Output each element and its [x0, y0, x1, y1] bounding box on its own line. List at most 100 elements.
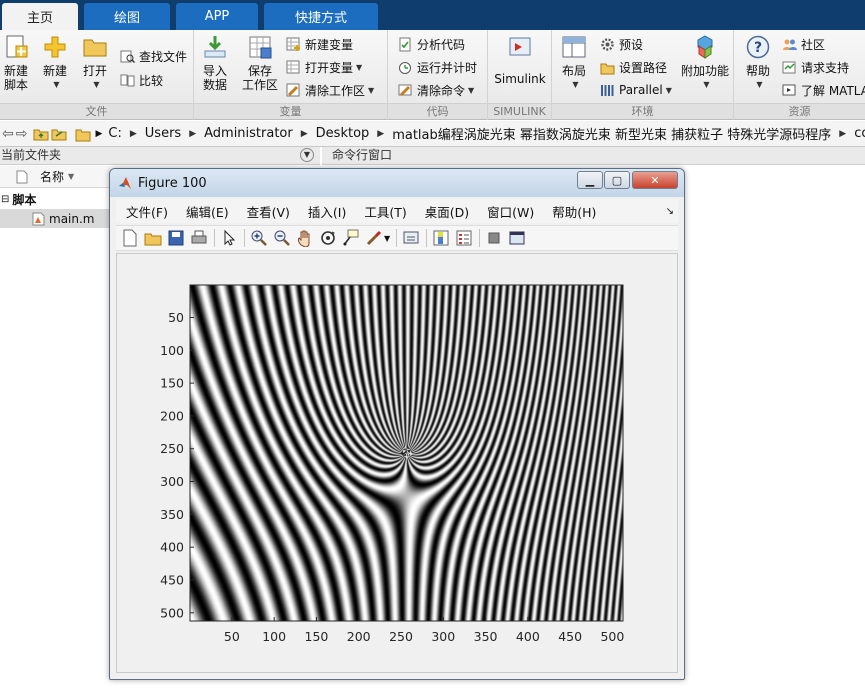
figure-canvas[interactable]: 50 100 150 200 250 300 350 400 450 500 50 100 150 200… — [116, 253, 678, 673]
open-variable-button[interactable]: 打开变量 ▼ — [286, 57, 362, 77]
save-workspace-button[interactable]: 保存 工作区 — [240, 34, 280, 92]
list-item[interactable]: main.m — [0, 209, 110, 228]
menubar-dock-icon[interactable]: ↘ — [666, 206, 674, 217]
pointer-icon[interactable] — [220, 229, 238, 247]
browse-folder-icon[interactable] — [51, 125, 67, 143]
name-column-header[interactable]: 名称 — [40, 168, 64, 185]
x-tick-label: 100 — [262, 629, 286, 644]
new-figure-icon[interactable] — [121, 229, 139, 247]
y-tick-label: 50 — [168, 310, 184, 325]
breadcrumb-item[interactable]: Desktop — [316, 126, 370, 141]
back-arrow-icon[interactable]: ⇦ — [2, 125, 14, 143]
layout-icon — [562, 36, 586, 58]
tab-home[interactable]: 主页 — [2, 3, 78, 30]
image-pixels — [190, 285, 623, 621]
breadcrumb: C: ▶ Users ▶ Administrator ▶ Desktop ▶ matla… — [108, 124, 865, 143]
figure-titlebar[interactable]: Figure 100 ▁ ▢ ✕ — [110, 169, 684, 197]
breadcrumb-separator-icon: ▶ — [300, 128, 308, 139]
menu-tools[interactable]: 工具(T) — [364, 202, 406, 221]
toolbar-separator — [426, 229, 428, 247]
clear-commands-button[interactable]: 清除命令 ▼ — [398, 80, 474, 100]
new-script-button[interactable]: 新建 脚本 — [1, 34, 31, 92]
tab-apps[interactable]: APP — [176, 3, 258, 30]
help-button[interactable]: ? 帮助 ▼ — [742, 34, 774, 92]
vortex-pattern-plot[interactable]: 50 100 150 200 250 300 350 400 450 500 50 100 150 200… — [117, 254, 679, 674]
help-icon: ? — [746, 35, 770, 59]
tab-plots[interactable]: 绘图 — [84, 3, 170, 30]
figure-menubar: 文件(F) 编辑(E) 查看(V) 插入(I) 工具(T) 桌面(D) 窗口(W… — [116, 199, 678, 223]
new-button[interactable]: 新建 ▼ — [40, 34, 70, 92]
tree-group-scripts[interactable]: ⊟ 脚本 — [0, 190, 110, 209]
request-support-button[interactable]: 请求支持 — [782, 57, 849, 77]
import-data-button[interactable]: 导入 数据 — [200, 34, 230, 92]
print-icon[interactable] — [190, 229, 208, 247]
tab-shortcuts[interactable]: 快捷方式 — [264, 3, 378, 30]
open-button[interactable]: 打开 ▼ — [80, 34, 110, 92]
close-button[interactable]: ✕ — [632, 171, 678, 189]
breadcrumb-item[interactable]: Users — [145, 126, 181, 141]
menu-insert[interactable]: 插入(I) — [308, 202, 346, 221]
breadcrumb-separator-icon: ▶ — [377, 128, 385, 139]
pan-icon[interactable] — [296, 229, 314, 247]
find-files-icon — [120, 50, 135, 63]
menu-help[interactable]: 帮助(H) — [552, 202, 596, 221]
ribbon-group-label: SIMULINK — [488, 103, 551, 119]
layout-button[interactable]: 布局 ▼ — [560, 34, 588, 92]
minimize-button[interactable]: ▁ — [577, 171, 603, 189]
ribbon-group-simulink: Simulink SIMULINK — [488, 30, 552, 120]
brush-icon[interactable] — [365, 229, 383, 247]
command-window-title: 命令行窗口 — [332, 148, 393, 162]
save-icon[interactable] — [167, 229, 185, 247]
panel-actions-icon[interactable]: ▼ — [300, 148, 314, 162]
chevron-down-icon: ▼ — [356, 62, 363, 72]
menu-view[interactable]: 查看(V) — [247, 202, 290, 221]
link-icon[interactable] — [402, 229, 420, 247]
maximize-button[interactable]: ▢ — [604, 171, 630, 189]
chevron-down-icon[interactable]: ▼ — [384, 234, 390, 243]
preferences-button[interactable]: 预设 — [600, 34, 643, 54]
clear-workspace-button[interactable]: 清除工作区 ▼ — [286, 80, 374, 100]
new-script-icon — [6, 35, 28, 58]
breadcrumb-item[interactable]: Administrator — [204, 126, 293, 141]
hide-tools-icon[interactable] — [485, 229, 503, 247]
zoom-in-icon[interactable] — [250, 229, 268, 247]
rotate-icon[interactable] — [319, 229, 337, 247]
learn-matlab-button[interactable]: 了解 MATLAB — [782, 80, 865, 100]
open-icon[interactable] — [144, 229, 162, 247]
colorbar-icon[interactable] — [432, 229, 450, 247]
parallel-button[interactable]: Parallel ▼ — [600, 80, 672, 100]
figure-title: Figure 100 — [138, 175, 207, 191]
collapse-icon[interactable]: ⊟ — [1, 194, 9, 205]
chevron-down-icon: ▼ — [93, 80, 100, 89]
analyze-code-icon — [399, 37, 411, 51]
breadcrumb-item[interactable]: matlab编程涡旋光束 幂指数涡旋光束 新型光束 捕获粒子 特殊光学源码程序 — [392, 124, 831, 143]
zoom-out-icon[interactable] — [273, 229, 291, 247]
new-variable-button[interactable]: 新建变量 — [286, 34, 353, 54]
menu-desktop[interactable]: 桌面(D) — [425, 202, 469, 221]
clear-commands-icon — [398, 84, 412, 96]
y-tick-label: 350 — [160, 507, 184, 522]
simulink-button[interactable]: Simulink — [494, 34, 546, 86]
set-path-button[interactable]: 设置路径 — [600, 57, 667, 77]
show-tools-icon[interactable] — [508, 229, 526, 247]
community-button[interactable]: 社区 — [782, 34, 825, 54]
chevron-down-icon: ▼ — [468, 85, 475, 95]
y-tick-label: 500 — [160, 605, 184, 620]
find-files-button[interactable]: 查找文件 — [120, 46, 187, 66]
open-variable-icon — [286, 60, 300, 73]
chevron-down-icon: ▼ — [53, 80, 60, 89]
compare-button[interactable]: 比较 — [120, 70, 163, 90]
menu-window[interactable]: 窗口(W) — [487, 202, 534, 221]
breadcrumb-item[interactable]: C: — [108, 126, 121, 141]
breadcrumb-item[interactable]: code — [854, 126, 865, 141]
menu-file[interactable]: 文件(F) — [126, 202, 168, 221]
menu-edit[interactable]: 编辑(E) — [186, 202, 229, 221]
analyze-code-button[interactable]: 分析代码 — [398, 34, 465, 54]
data-cursor-icon[interactable] — [342, 229, 360, 247]
up-folder-icon[interactable] — [33, 125, 49, 143]
addons-button[interactable]: 附加功能 ▼ — [678, 34, 732, 92]
legend-icon[interactable] — [455, 229, 473, 247]
figure-window[interactable]: Figure 100 ▁ ▢ ✕ 文件(F) 编辑(E) 查看(V) 插入(I)… — [109, 168, 685, 680]
run-and-time-button[interactable]: 运行并计时 — [398, 57, 477, 77]
forward-arrow-icon[interactable]: ⇨ — [16, 125, 28, 143]
